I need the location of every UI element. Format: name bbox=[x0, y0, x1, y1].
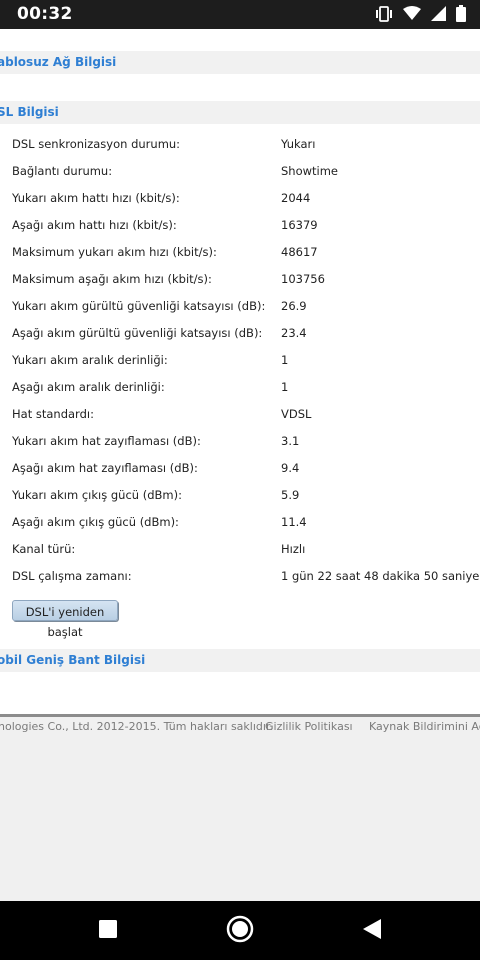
row-label: Aşağı akım hat zayıflaması (dB): bbox=[12, 461, 198, 475]
table-row: Hat standardı: VDSL bbox=[0, 407, 480, 434]
row-value: 2044 bbox=[281, 191, 311, 205]
section-dsl-title: SL Bilgisi bbox=[0, 105, 59, 119]
row-value: 1 bbox=[281, 380, 289, 394]
table-row: Yukarı akım çıkış gücü (dBm): 5.9 bbox=[0, 488, 480, 515]
copyright-text: nologies Co., Ltd. 2012-2015. Tüm haklar… bbox=[0, 720, 273, 733]
row-label: Maksimum yukarı akım hızı (kbit/s): bbox=[12, 245, 217, 259]
source-notice-link[interactable]: Kaynak Bildirimini Aç bbox=[369, 720, 480, 733]
row-value: 1 bbox=[281, 353, 289, 367]
privacy-link[interactable]: Gizlilik Politikası bbox=[265, 720, 353, 733]
row-label: Kanal türü: bbox=[12, 542, 76, 556]
section-mobile-title: obil Geniş Bant Bilgisi bbox=[0, 653, 146, 667]
table-row: DSL senkronizasyon durumu: Yukarı bbox=[0, 137, 480, 164]
row-label: Maksimum aşağı akım hızı (kbit/s): bbox=[12, 272, 212, 286]
table-row: Yukarı akım aralık derinliği: 1 bbox=[0, 353, 480, 380]
status-bar: 00:32 bbox=[0, 0, 480, 29]
row-label: Hat standardı: bbox=[12, 407, 94, 421]
status-time: 00:32 bbox=[17, 4, 73, 24]
battery-icon bbox=[456, 5, 466, 22]
row-value: 103756 bbox=[281, 272, 325, 286]
restart-dsl-button[interactable]: DSL'i yeniden başlat bbox=[12, 600, 118, 639]
row-label: Aşağı akım hattı hızı (kbit/s): bbox=[12, 218, 177, 232]
row-label: Aşağı akım gürültü güvenliği katsayısı (… bbox=[12, 326, 263, 340]
table-row: Aşağı akım hattı hızı (kbit/s): 16379 bbox=[0, 218, 480, 245]
row-label: Yukarı akım aralık derinliği: bbox=[12, 353, 168, 367]
row-value: Yukarı bbox=[281, 137, 316, 151]
table-row: Bağlantı durumu: Showtime bbox=[0, 164, 480, 191]
table-row: Yukarı akım hat zayıflaması (dB): 3.1 bbox=[0, 434, 480, 461]
section-dsl-header[interactable]: SL Bilgisi bbox=[0, 101, 480, 124]
table-row: Aşağı akım hat zayıflaması (dB): 9.4 bbox=[0, 461, 480, 488]
navigation-bar bbox=[0, 901, 480, 960]
home-button[interactable] bbox=[224, 915, 256, 947]
table-row: Maksimum aşağı akım hızı (kbit/s): 10375… bbox=[0, 272, 480, 299]
status-icons bbox=[375, 5, 466, 22]
section-wireless-header[interactable]: ablosuz Ağ Bilgisi bbox=[0, 51, 480, 74]
footer: nologies Co., Ltd. 2012-2015. Tüm haklar… bbox=[0, 717, 480, 901]
row-value: 26.9 bbox=[281, 299, 307, 313]
row-value: 23.4 bbox=[281, 326, 307, 340]
table-row: Yukarı akım hattı hızı (kbit/s): 2044 bbox=[0, 191, 480, 218]
vibrate-icon bbox=[375, 5, 393, 22]
row-label: DSL senkronizasyon durumu: bbox=[12, 137, 181, 151]
table-row: Kanal türü: Hızlı bbox=[0, 542, 480, 569]
signal-icon bbox=[431, 6, 446, 21]
table-row: Aşağı akım gürültü güvenliği katsayısı (… bbox=[0, 326, 480, 353]
row-value: 9.4 bbox=[281, 461, 300, 475]
row-label: Yukarı akım hattı hızı (kbit/s): bbox=[12, 191, 180, 205]
row-value: 1 gün 22 saat 48 dakika 50 saniye bbox=[281, 569, 480, 583]
row-label: Aşağı akım aralık derinliği: bbox=[12, 380, 165, 394]
table-row: Maksimum yukarı akım hızı (kbit/s): 4861… bbox=[0, 245, 480, 272]
square-icon bbox=[99, 920, 117, 942]
row-label: Yukarı akım çıkış gücü (dBm): bbox=[12, 488, 182, 502]
circle-icon bbox=[226, 915, 254, 947]
row-value: VDSL bbox=[281, 407, 312, 421]
row-label: Aşağı akım çıkış gücü (dBm): bbox=[12, 515, 179, 529]
row-value: 11.4 bbox=[281, 515, 307, 529]
section-mobile-header[interactable]: obil Geniş Bant Bilgisi bbox=[0, 649, 480, 672]
row-value: 16379 bbox=[281, 218, 318, 232]
row-value: 3.1 bbox=[281, 434, 300, 448]
row-value: 5.9 bbox=[281, 488, 300, 502]
table-row: Aşağı akım çıkış gücü (dBm): 11.4 bbox=[0, 515, 480, 542]
triangle-icon bbox=[363, 919, 381, 943]
row-value: 48617 bbox=[281, 245, 318, 259]
back-button[interactable] bbox=[356, 915, 388, 947]
table-row: Yukarı akım gürültü güvenliği katsayısı … bbox=[0, 299, 480, 326]
row-value: Hızlı bbox=[281, 542, 306, 556]
row-label: DSL çalışma zamanı: bbox=[12, 569, 132, 583]
table-row: DSL çalışma zamanı: 1 gün 22 saat 48 dak… bbox=[0, 569, 480, 596]
row-value: Showtime bbox=[281, 164, 339, 178]
row-label: Yukarı akım gürültü güvenliği katsayısı … bbox=[12, 299, 266, 313]
table-row: Aşağı akım aralık derinliği: 1 bbox=[0, 380, 480, 407]
wifi-icon bbox=[403, 6, 421, 21]
section-wireless-title: ablosuz Ağ Bilgisi bbox=[0, 55, 117, 69]
recents-button[interactable] bbox=[92, 915, 124, 947]
row-label: Yukarı akım hat zayıflaması (dB): bbox=[12, 434, 201, 448]
row-label: Bağlantı durumu: bbox=[12, 164, 113, 178]
